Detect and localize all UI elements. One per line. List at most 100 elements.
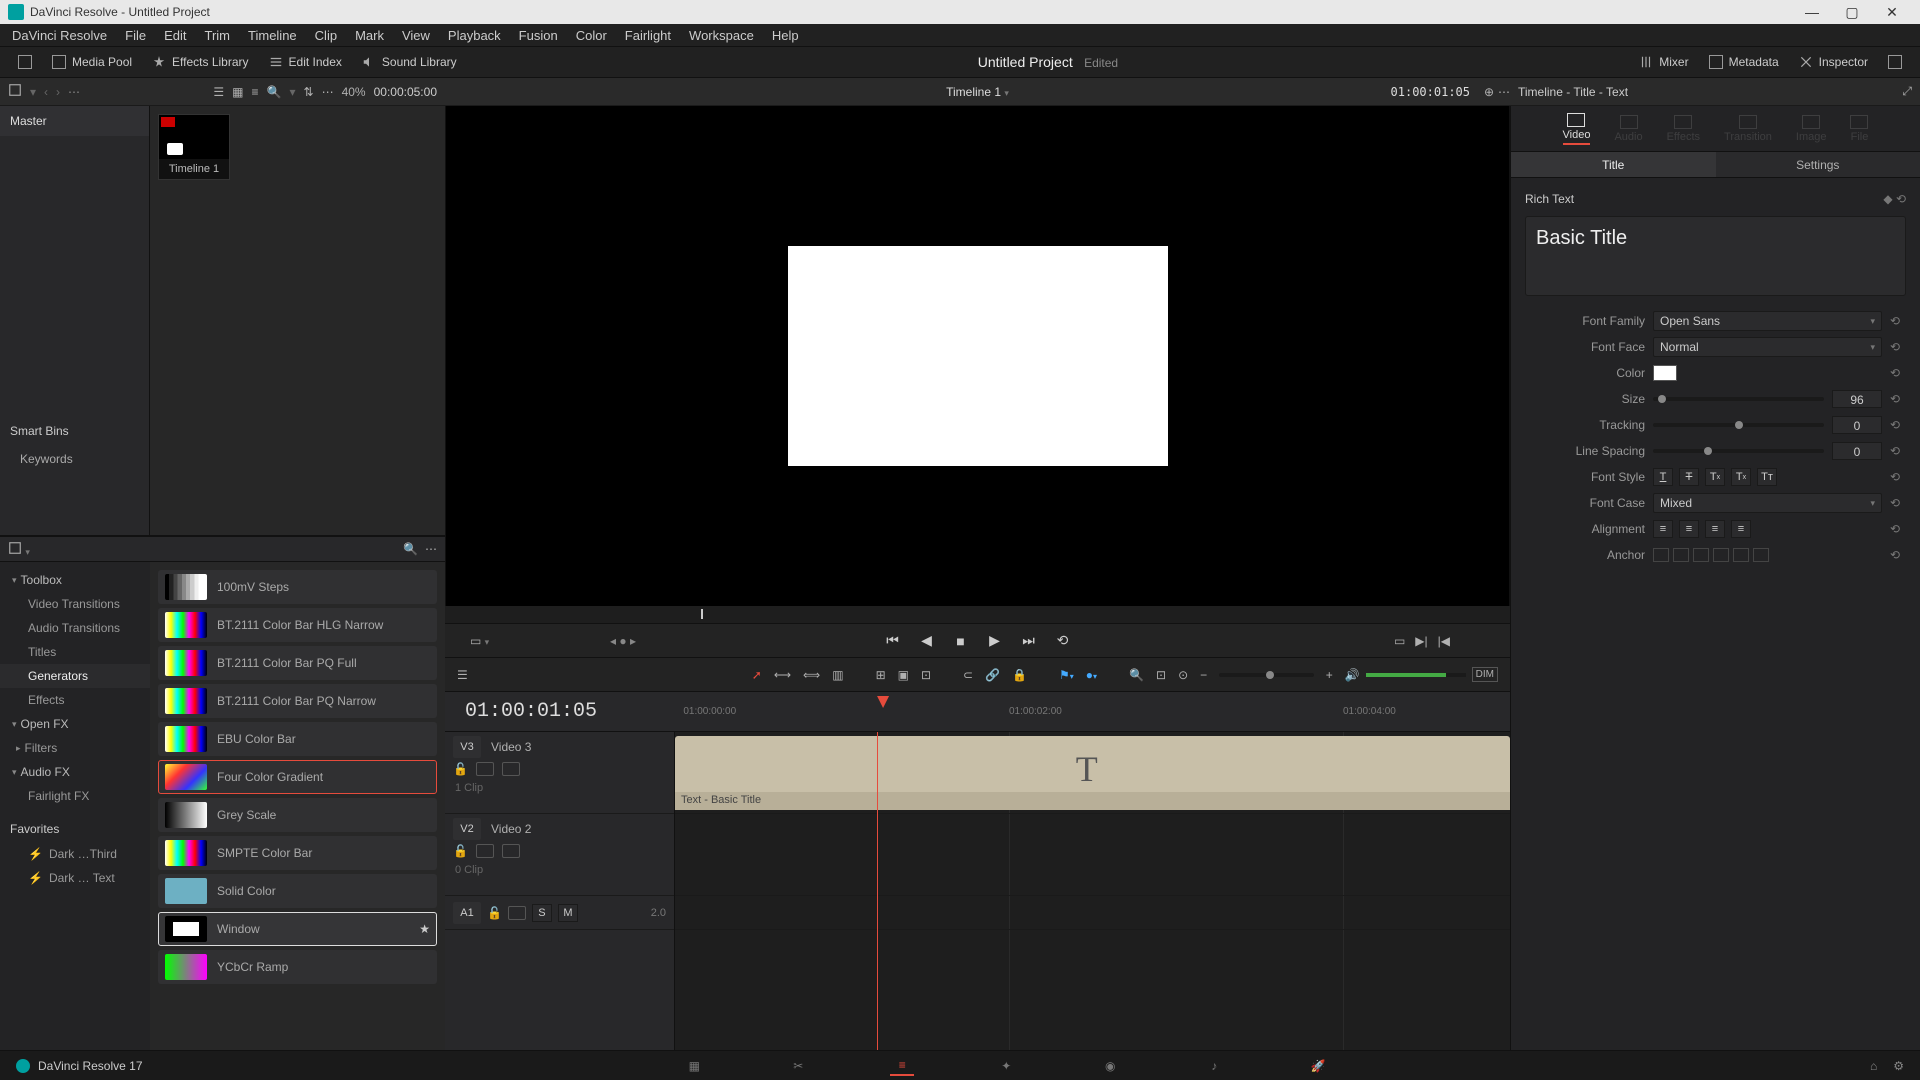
mute-button[interactable]: M bbox=[558, 904, 578, 922]
reset-icon[interactable]: ⟲ bbox=[1890, 392, 1906, 406]
flag-icon[interactable]: ⚑▾ bbox=[1059, 668, 1074, 682]
bin-view-icon[interactable] bbox=[8, 83, 22, 100]
menu-timeline[interactable]: Timeline bbox=[240, 28, 305, 43]
font-family-dropdown[interactable]: Open Sans▾ bbox=[1653, 311, 1882, 331]
lock-icon[interactable]: 🔓 bbox=[487, 906, 502, 920]
timeline-name[interactable]: Timeline 1 ▾ bbox=[946, 85, 1009, 99]
track-header-a1[interactable]: A1 🔓 S M 2.0 bbox=[445, 896, 674, 930]
menu-trim[interactable]: Trim bbox=[197, 28, 239, 43]
line-spacing-value[interactable]: 0 bbox=[1832, 442, 1882, 460]
generator-item[interactable]: EBU Color Bar bbox=[158, 722, 437, 756]
zoom-out-icon[interactable]: − bbox=[1200, 668, 1207, 682]
audio-transitions-node[interactable]: Audio Transitions bbox=[0, 616, 150, 640]
reset-icon[interactable]: ⟲ bbox=[1890, 496, 1906, 510]
playhead-icon[interactable] bbox=[877, 696, 889, 708]
media-pool-button[interactable]: Media Pool bbox=[42, 51, 142, 73]
generator-item[interactable]: Window★ bbox=[158, 912, 437, 946]
volume-slider[interactable] bbox=[1366, 673, 1466, 677]
fairlightfx-node[interactable]: Fairlight FX bbox=[0, 784, 150, 808]
generator-item[interactable]: BT.2111 Color Bar PQ Narrow bbox=[158, 684, 437, 718]
generator-item[interactable]: BT.2111 Color Bar HLG Narrow bbox=[158, 608, 437, 642]
list-view-icon[interactable]: ☰ bbox=[213, 85, 224, 99]
favorite-2[interactable]: ⚡Dark … Text bbox=[0, 866, 150, 890]
play-button[interactable]: ▶ bbox=[985, 631, 1005, 651]
subtab-title[interactable]: Title bbox=[1511, 152, 1716, 177]
underline-button[interactable]: T bbox=[1653, 468, 1673, 486]
effects-options-icon[interactable]: ⋯ bbox=[425, 542, 437, 556]
line-spacing-slider[interactable] bbox=[1653, 449, 1824, 453]
minimize-button[interactable]: — bbox=[1792, 0, 1832, 24]
reset-icon[interactable]: ⟲ bbox=[1890, 314, 1906, 328]
strip-view-icon[interactable]: ≡ bbox=[252, 85, 259, 99]
bin-master[interactable]: Master bbox=[0, 106, 149, 136]
generators-node[interactable]: Generators bbox=[0, 664, 150, 688]
media-zoom[interactable]: 40% bbox=[342, 85, 366, 99]
selection-tool[interactable]: ➚ bbox=[752, 668, 762, 682]
deliver-page-tab[interactable]: 🚀 bbox=[1306, 1056, 1330, 1076]
generator-item[interactable]: Grey Scale bbox=[158, 798, 437, 832]
timeline-timecode[interactable]: 01:00:01:05 bbox=[445, 700, 675, 723]
menu-clip[interactable]: Clip bbox=[307, 28, 345, 43]
last-frame-button[interactable]: ⏭ bbox=[1019, 631, 1039, 651]
tracking-value[interactable]: 0 bbox=[1832, 416, 1882, 434]
menu-edit[interactable]: Edit bbox=[156, 28, 194, 43]
size-slider[interactable] bbox=[1653, 397, 1824, 401]
subtab-settings[interactable]: Settings bbox=[1716, 152, 1920, 177]
anchor-tc[interactable] bbox=[1673, 548, 1689, 562]
inspector-tab-video[interactable]: Video bbox=[1563, 113, 1591, 145]
superscript-button[interactable]: Tx bbox=[1705, 468, 1725, 486]
viewer-scrubber[interactable] bbox=[445, 606, 1510, 624]
search-icon[interactable]: 🔍 bbox=[267, 85, 282, 99]
timeline-ruler[interactable]: 01:00:00:00 01:00:02:00 01:00:04:00 bbox=[675, 692, 1510, 731]
menu-help[interactable]: Help bbox=[764, 28, 807, 43]
anchor-tl[interactable] bbox=[1653, 548, 1669, 562]
edit-index-button[interactable]: Edit Index bbox=[259, 51, 352, 73]
menu-playback[interactable]: Playback bbox=[440, 28, 509, 43]
timeline-canvas[interactable]: T Text - Basic Title bbox=[675, 732, 1510, 1052]
fullscreen-button[interactable] bbox=[8, 51, 42, 73]
align-right-button[interactable]: ≡ bbox=[1705, 520, 1725, 538]
bin-smart-bins[interactable]: Smart Bins bbox=[0, 416, 149, 446]
generator-item[interactable]: YCbCr Ramp bbox=[158, 950, 437, 984]
sort-icon[interactable]: ⇅ bbox=[304, 85, 314, 99]
zoom-detail-icon[interactable]: ⊡ bbox=[1156, 668, 1166, 682]
stop-button[interactable]: ■ bbox=[951, 631, 971, 651]
lock-icon[interactable]: 🔓 bbox=[453, 762, 468, 776]
anchor-mr[interactable] bbox=[1753, 548, 1769, 562]
smallcaps-button[interactable]: Tᴛ bbox=[1757, 468, 1777, 486]
anchor-mc[interactable] bbox=[1733, 548, 1749, 562]
volume-icon[interactable]: 🔊 bbox=[1345, 668, 1360, 682]
track-header-v3[interactable]: V3Video 3 🔓 1 Clip bbox=[445, 732, 674, 814]
inspector-tab-image[interactable]: Image bbox=[1796, 115, 1827, 143]
anchor-ml[interactable] bbox=[1713, 548, 1729, 562]
zoom-search-icon[interactable]: 🔍 bbox=[1129, 668, 1144, 682]
reset-icon[interactable]: ⟲ bbox=[1890, 548, 1906, 562]
project-settings-icon[interactable]: ⚙ bbox=[1893, 1059, 1904, 1073]
strike-button[interactable]: T bbox=[1679, 468, 1699, 486]
insert-icon[interactable]: ⊞ bbox=[876, 668, 886, 682]
edit-page-tab[interactable]: ≡ bbox=[890, 1056, 914, 1076]
project-manager-icon[interactable]: ⌂ bbox=[1870, 1059, 1877, 1073]
cut-page-tab[interactable]: ✂ bbox=[786, 1056, 810, 1076]
generator-item[interactable]: Solid Color bbox=[158, 874, 437, 908]
metadata-button[interactable]: Metadata bbox=[1699, 51, 1789, 73]
lock-icon[interactable]: 🔒 bbox=[1012, 668, 1027, 682]
title-clip[interactable]: T Text - Basic Title bbox=[675, 736, 1510, 810]
first-frame-button[interactable]: ⏮ bbox=[883, 631, 903, 651]
close-button[interactable]: ✕ bbox=[1872, 0, 1912, 24]
safe-area-icon[interactable]: ▭ bbox=[1394, 634, 1405, 648]
menu-workspace[interactable]: Workspace bbox=[681, 28, 762, 43]
generator-item[interactable]: Four Color Gradient bbox=[158, 760, 437, 794]
effects-library-button[interactable]: Effects Library bbox=[142, 51, 258, 73]
favorite-1[interactable]: ⚡Dark …Third bbox=[0, 842, 150, 866]
prev-frame-button[interactable]: ◀ bbox=[917, 631, 937, 651]
track-header-v2[interactable]: V2Video 2 🔓 0 Clip bbox=[445, 814, 674, 896]
align-center-button[interactable]: ≡ bbox=[1679, 520, 1699, 538]
effects-search-icon[interactable]: 🔍 bbox=[403, 542, 418, 556]
panel-view-icon[interactable]: ▾ bbox=[8, 541, 30, 558]
dynamic-trim-tool[interactable]: ⟺ bbox=[803, 668, 820, 682]
openfx-node[interactable]: ▾Open FX bbox=[0, 712, 150, 736]
snap-icon[interactable]: ⊂ bbox=[963, 668, 973, 682]
grid-view-icon[interactable]: ▦ bbox=[232, 85, 243, 99]
fusion-page-tab[interactable]: ✦ bbox=[994, 1056, 1018, 1076]
